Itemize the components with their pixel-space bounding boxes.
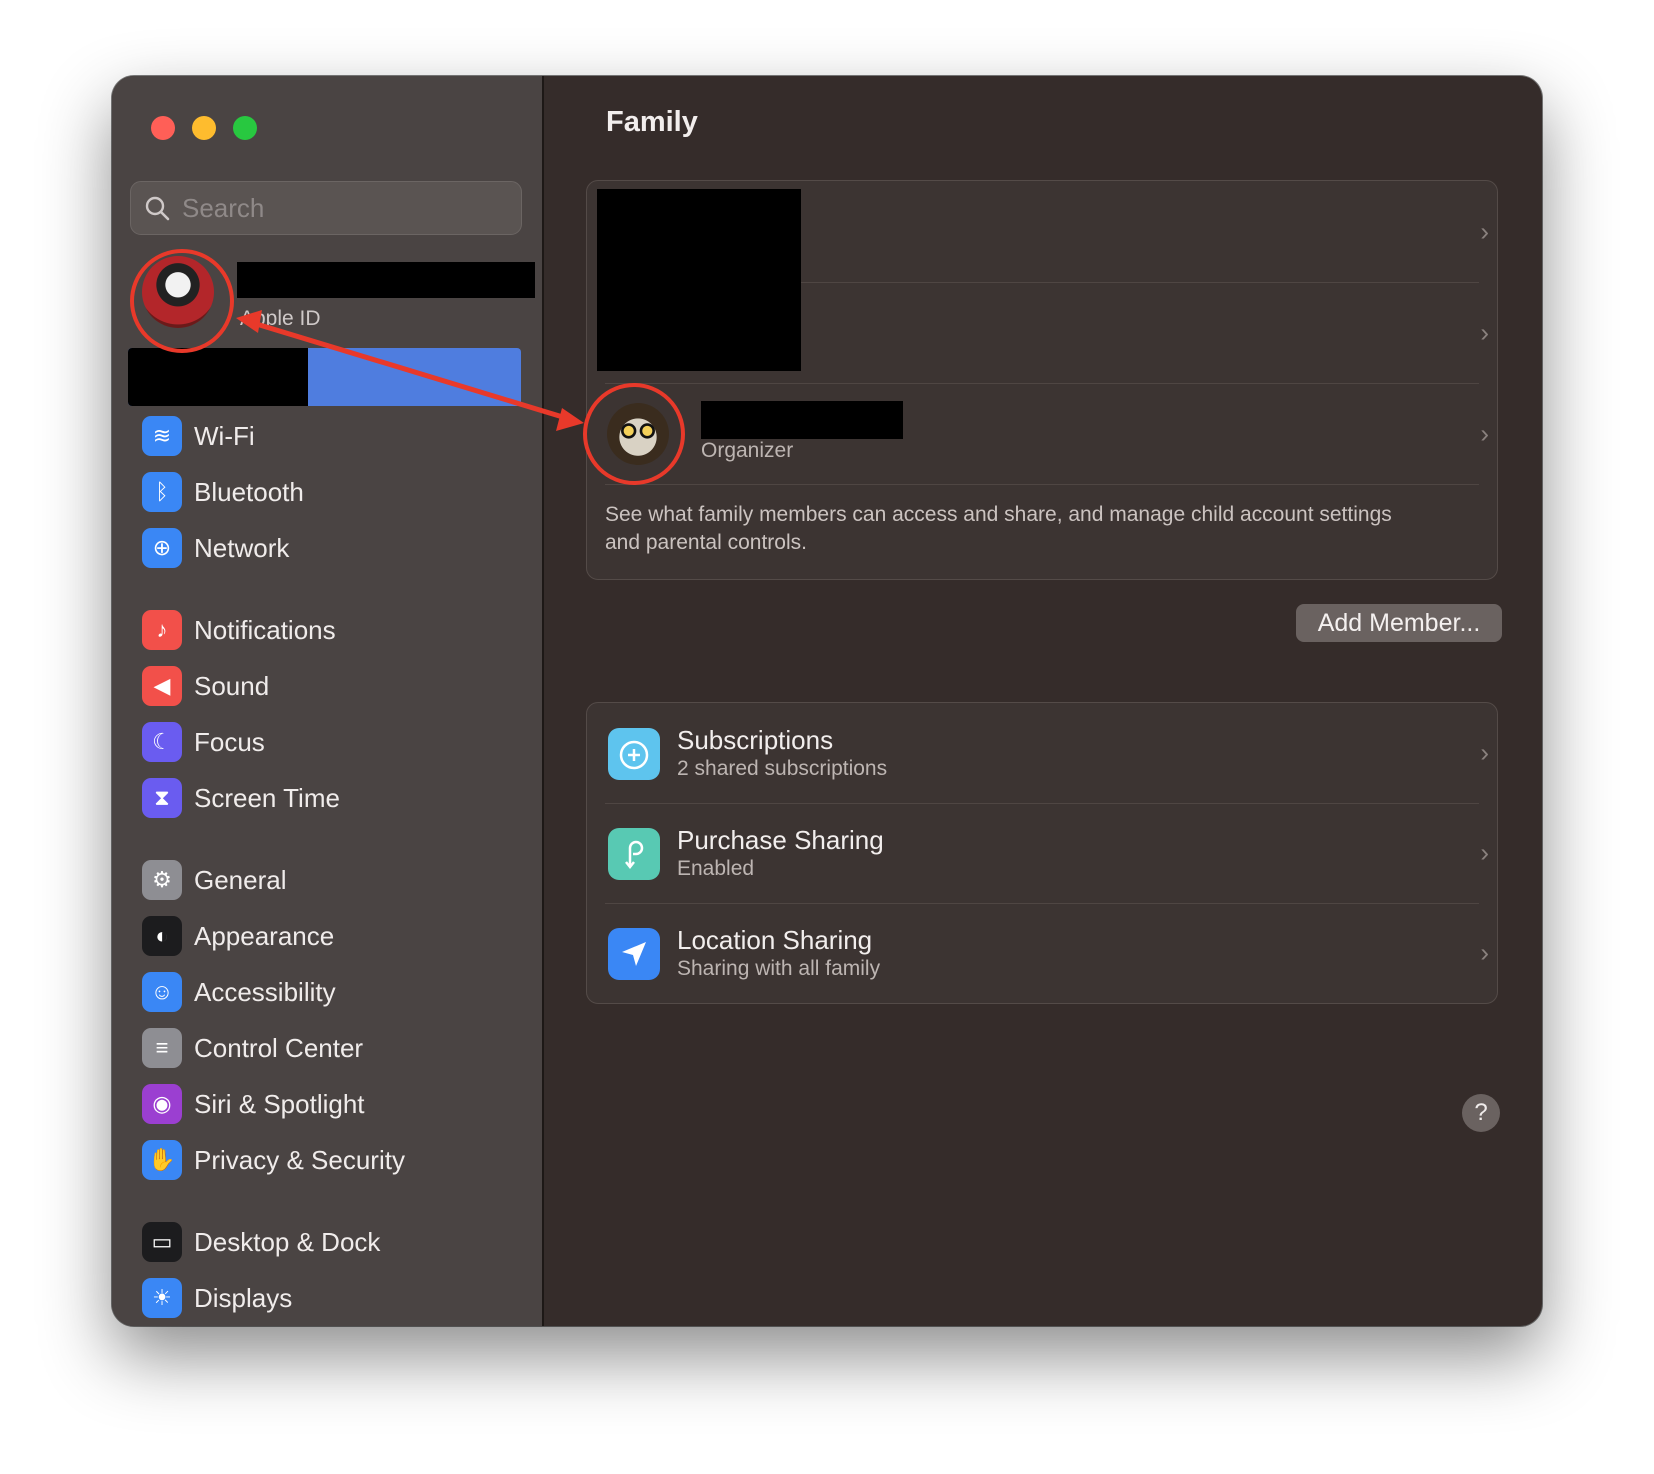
sidebar-item-sound[interactable]: ◀ Sound [142, 663, 522, 709]
service-subtitle: Sharing with all family [677, 957, 881, 980]
organizer-label: Organizer [701, 439, 794, 462]
sidebar: Apple ID ≋ Wi-Fi ᛒ Bluetooth ⊕ Network ♪ Notifi… [112, 76, 544, 1326]
siri-icon: ◉ [142, 1084, 182, 1124]
traffic-lights [151, 116, 257, 140]
family-members-card: › › Organizer › See what family members … [586, 180, 1498, 580]
dock-icon: ▭ [142, 1222, 182, 1262]
chevron-right-icon: › [1480, 317, 1489, 347]
sidebar-item-label: Screen Time [194, 782, 340, 813]
chevron-right-icon: › [1480, 418, 1489, 448]
sidebar-item-network[interactable]: ⊕ Network [142, 525, 522, 571]
chevron-right-icon: › [1480, 937, 1489, 968]
hand-icon: ✋ [142, 1140, 182, 1180]
redacted-family-label [128, 348, 308, 406]
globe-icon: ⊕ [142, 528, 182, 568]
sidebar-item-label: Accessibility [194, 976, 336, 1007]
sidebar-item-control-center[interactable]: ≡ Control Center [142, 1025, 522, 1071]
redacted-members [597, 189, 801, 371]
sidebar-item-label: Appearance [194, 920, 335, 951]
purchase-sharing-icon [608, 828, 660, 880]
organizer-avatar [607, 403, 669, 465]
sidebar-item-label: Focus [194, 726, 265, 757]
sidebar-item-label: General [194, 864, 287, 895]
bell-icon: ♪ [142, 610, 182, 650]
sidebar-item-notifications[interactable]: ♪ Notifications [142, 607, 522, 653]
bluetooth-icon: ᛒ [142, 472, 182, 512]
apple-id-account[interactable]: Apple ID [130, 252, 542, 332]
sidebar-item-label: Sound [194, 670, 270, 701]
service-title: Location Sharing [677, 925, 873, 955]
sidebar-item-label: Control Center [194, 1032, 364, 1063]
sidebar-item-family-selected[interactable] [128, 348, 521, 406]
sidebar-item-wi-fi[interactable]: ≋ Wi-Fi [142, 413, 522, 459]
service-subtitle: Enabled [677, 857, 755, 880]
chevron-right-icon: › [1480, 837, 1489, 868]
accessibility-icon: ☺ [142, 972, 182, 1012]
service-row-subscriptions[interactable]: Subscriptions 2 shared subscriptions › [605, 703, 1489, 804]
appearance-icon: ◐ [142, 916, 182, 956]
sidebar-item-accessibility[interactable]: ☺ Accessibility [142, 969, 522, 1015]
service-title: Purchase Sharing [677, 825, 884, 855]
sidebar-item-general[interactable]: ⚙ General [142, 857, 522, 903]
sidebar-item-label: Bluetooth [194, 476, 304, 507]
family-description: See what family members can access and s… [605, 503, 1392, 554]
sidebar-item-label: Privacy & Security [194, 1144, 405, 1175]
apple-id-label: Apple ID [240, 307, 321, 330]
redacted-organizer-name [701, 401, 903, 439]
service-row-purchase-sharing[interactable]: Purchase Sharing Enabled › [605, 803, 1489, 904]
wifi-icon: ≋ [142, 416, 182, 456]
location-arrow-icon [608, 928, 660, 980]
close-button[interactable] [151, 116, 175, 140]
chevron-right-icon: › [1480, 216, 1489, 246]
search-icon [145, 196, 170, 221]
sun-icon: ☀ [142, 1278, 182, 1318]
sidebar-item-label: Notifications [194, 614, 336, 645]
sidebar-item-label: Displays [194, 1282, 293, 1313]
sidebar-item-label: Desktop & Dock [194, 1226, 381, 1257]
sidebar-item-screen-time[interactable]: ⧗ Screen Time [142, 775, 522, 821]
system-settings-window: Apple ID ≋ Wi-Fi ᛒ Bluetooth ⊕ Network ♪ Notifi… [112, 76, 1542, 1326]
family-services-card: Subscriptions 2 shared subscriptions › P… [586, 702, 1498, 1004]
speaker-icon: ◀ [142, 666, 182, 706]
add-member-button[interactable]: Add Member... [1296, 604, 1502, 642]
chevron-right-icon: › [1480, 737, 1489, 768]
service-title: Subscriptions [677, 725, 834, 755]
gear-icon: ⚙ [142, 860, 182, 900]
account-avatar [142, 256, 214, 328]
redacted-account-name [237, 262, 535, 298]
service-row-location-sharing[interactable]: Location Sharing Sharing with all family… [605, 903, 1489, 1003]
search-field[interactable] [130, 181, 522, 235]
sidebar-item-label: Network [194, 532, 290, 563]
sidebar-item-label: Siri & Spotlight [194, 1088, 365, 1119]
sidebar-item-displays[interactable]: ☀ Displays [142, 1275, 522, 1321]
main-pane: Family › › Organizer › See what family m… [544, 76, 1542, 1326]
sidebar-item-label: Wi-Fi [194, 420, 255, 451]
family-member-row-organizer[interactable]: Organizer › [605, 383, 1489, 485]
sidebar-item-focus[interactable]: ☾ Focus [142, 719, 522, 765]
sidebar-item-siri-spotlight[interactable]: ◉ Siri & Spotlight [142, 1081, 522, 1127]
maximize-button[interactable] [233, 116, 257, 140]
sidebar-item-desktop-dock[interactable]: ▭ Desktop & Dock [142, 1219, 522, 1265]
page-title: Family [606, 106, 698, 138]
minimize-button[interactable] [192, 116, 216, 140]
hourglass-icon: ⧗ [142, 778, 182, 818]
sidebar-item-bluetooth[interactable]: ᛒ Bluetooth [142, 469, 522, 515]
help-button[interactable]: ? [1462, 1094, 1500, 1132]
toggles-icon: ≡ [142, 1028, 182, 1068]
service-subtitle: 2 shared subscriptions [677, 757, 888, 780]
sidebar-item-appearance[interactable]: ◐ Appearance [142, 913, 522, 959]
subscriptions-icon [608, 728, 660, 780]
search-input[interactable] [180, 191, 504, 225]
moon-icon: ☾ [142, 722, 182, 762]
sidebar-item-privacy-security[interactable]: ✋ Privacy & Security [142, 1137, 522, 1183]
